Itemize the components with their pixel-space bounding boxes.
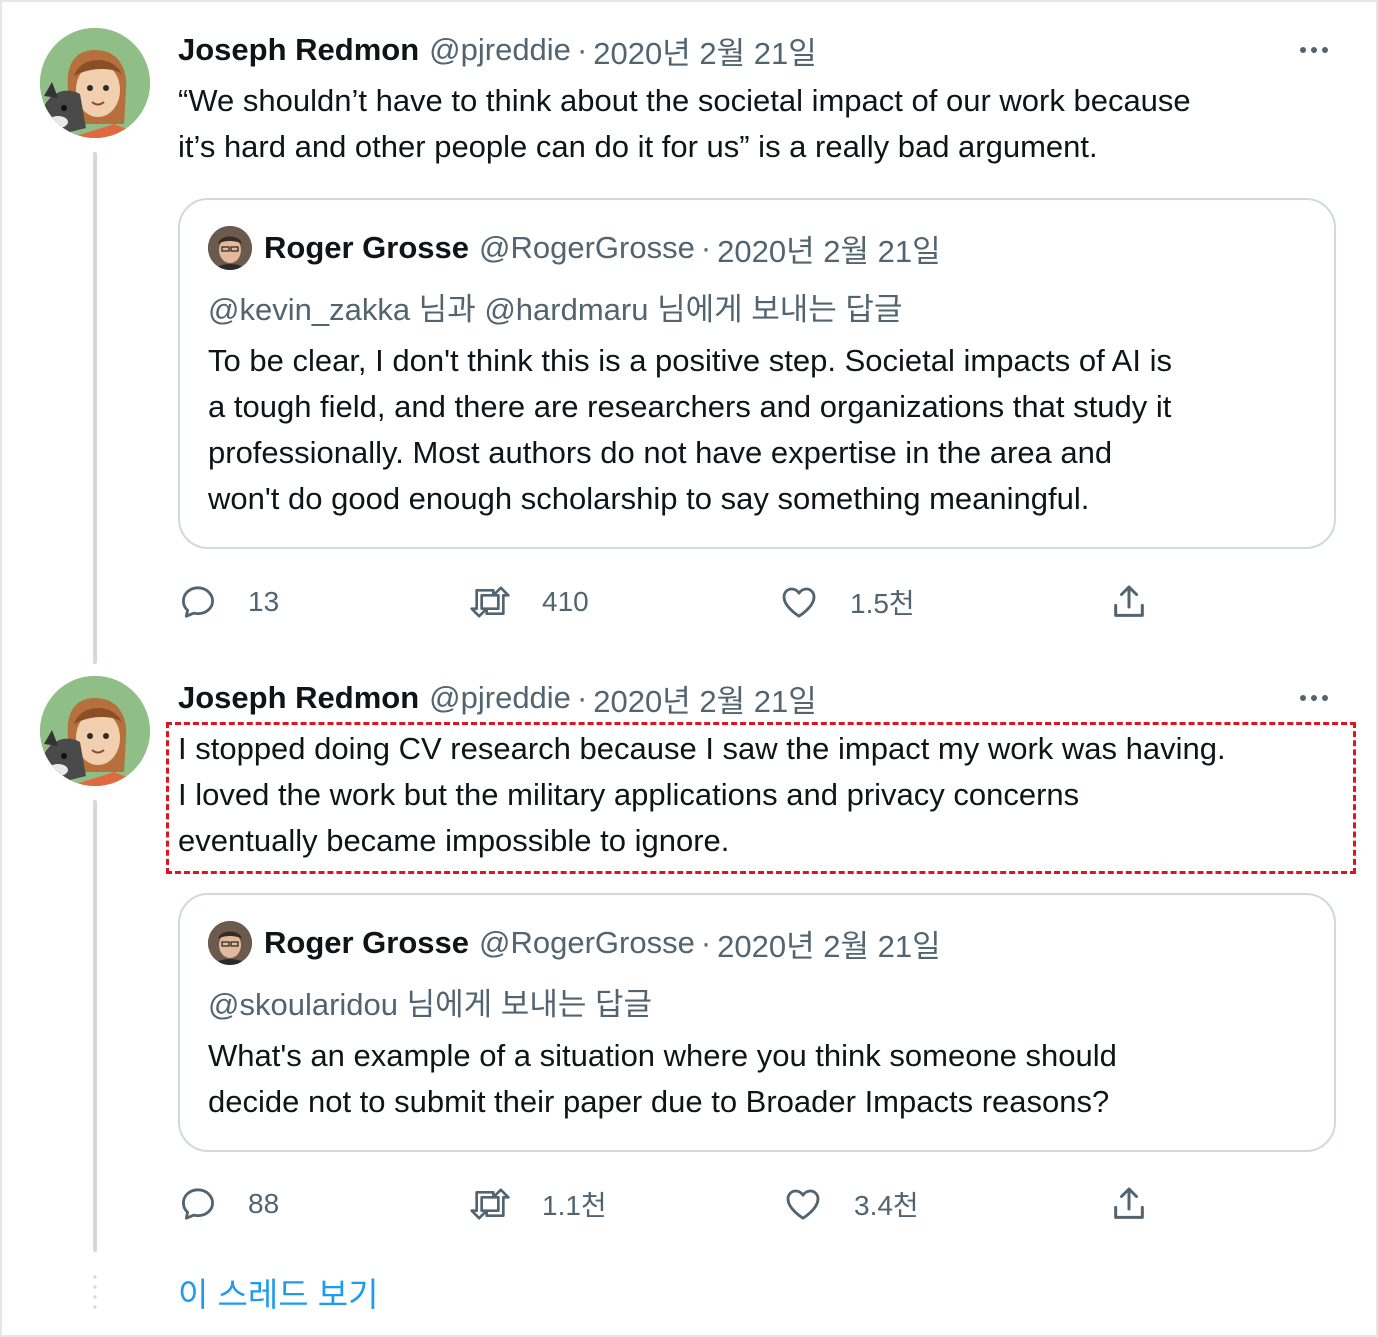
separator: · [700,925,712,960]
quote-text-line: decide not to submit their paper due to … [208,1084,1110,1119]
quoted-tweet[interactable]: Roger Grosse @RogerGrosse · 2020년 2월 21일… [178,893,1336,1152]
more-options-icon[interactable] [1290,683,1338,713]
quote-text-line: a tough field, and there are researchers… [208,389,1172,424]
reply-icon [182,586,214,618]
author-name[interactable]: Joseph Redmon [178,32,419,68]
quote-text-line: professionally. Most authors do not have… [208,435,1113,470]
tweet-text-line: “We shouldn’t have to think about the so… [178,83,1191,118]
separator: · [576,680,588,715]
reply-context: @skoularidou 님에게 보내는 답글 [208,987,653,1022]
separator: · [576,32,588,67]
share-button[interactable] [1108,1182,1180,1226]
tweet-date[interactable]: 2020년 2월 21일 [593,28,816,73]
avatar[interactable] [40,676,150,786]
tweet-header: Joseph Redmon @pjreddie · 2020년 2월 21일 [178,676,817,721]
quote-author-name: Roger Grosse [264,925,470,960]
avatar[interactable] [40,28,150,138]
retweet-count: 410 [542,586,589,617]
like-count: 3.4천 [854,1190,919,1221]
tweet-text: “We shouldn’t have to think about the so… [178,78,1348,170]
quote-header: Roger Grosse @RogerGrosse · 2020년 2월 21일 [208,226,941,270]
quote-header: Roger Grosse @RogerGrosse · 2020년 2월 21일 [208,921,941,965]
author-handle[interactable]: @pjreddie [429,32,571,68]
more-options-icon[interactable] [1290,35,1338,65]
quote-text-line: To be clear, I don't think this is a pos… [208,343,1172,378]
reply-context: @kevin_zakka 님과 @hardmaru 님에게 보내는 답글 [208,292,903,327]
reply-icon [182,1188,214,1220]
quote-author-handle: @RogerGrosse [479,925,695,960]
quote-date: 2020년 2월 21일 [717,928,941,964]
tweet-actions: 13 410 1.5천 [178,580,1178,624]
reply-count: 13 [248,586,280,617]
retweet-icon [470,586,510,618]
separator: · [700,230,712,265]
share-icon [1114,1187,1144,1219]
share-button[interactable] [1108,580,1180,624]
quote-text-line: won't do good enough scholarship to say … [208,481,1090,516]
tweet-header: Joseph Redmon @pjreddie · 2020년 2월 21일 [178,28,817,73]
quote-text: To be clear, I don't think this is a pos… [208,338,1308,522]
thread-dots [93,1272,97,1312]
share-icon [1114,585,1144,617]
author-name[interactable]: Joseph Redmon [178,680,419,716]
highlight-annotation [166,722,1356,874]
quote-text: What's an example of a situation where y… [208,1033,1308,1125]
like-button[interactable]: 1.5천 [778,580,915,624]
quote-text-line: What's an example of a situation where y… [208,1038,1117,1073]
author-handle[interactable]: @pjreddie [429,680,571,716]
show-thread-link[interactable]: 이 스레드 보기 [178,1268,379,1316]
tweet-text-line: it’s hard and other people can do it for… [178,129,1098,164]
quote-avatar [208,226,252,270]
quote-author-name: Roger Grosse [264,230,470,265]
like-button[interactable]: 3.4천 [782,1182,919,1226]
tweet-actions: 88 1.1천 3.4천 [178,1182,1178,1226]
quoted-tweet[interactable]: Roger Grosse @RogerGrosse · 2020년 2월 21일… [178,198,1336,549]
quote-avatar [208,921,252,965]
retweet-button[interactable]: 1.1천 [468,1182,607,1226]
reply-button[interactable]: 88 [178,1182,279,1226]
like-count: 1.5천 [850,588,915,619]
quote-author-handle: @RogerGrosse [479,230,695,265]
thread-line [93,152,97,664]
tweet-date[interactable]: 2020년 2월 21일 [593,676,816,721]
retweet-button[interactable]: 410 [468,580,589,624]
heart-icon [786,1189,820,1220]
heart-icon [782,587,816,618]
thread-line [93,800,97,1252]
quote-date: 2020년 2월 21일 [717,233,941,269]
retweet-count: 1.1천 [542,1190,607,1221]
retweet-icon [470,1188,510,1220]
reply-button[interactable]: 13 [178,580,279,624]
reply-count: 88 [248,1188,280,1219]
